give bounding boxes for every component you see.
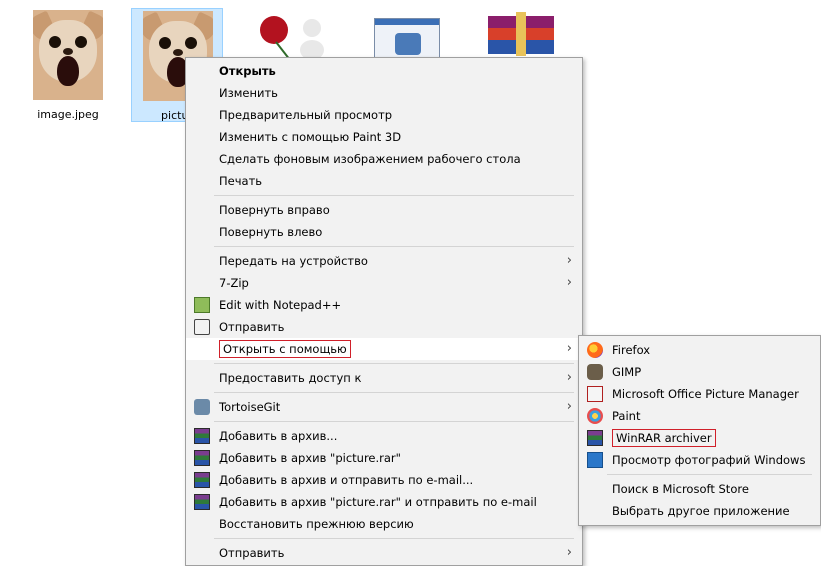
menu-separator (214, 538, 574, 539)
menu-separator (214, 246, 574, 247)
chevron-right-icon: › (566, 275, 572, 290)
menu-item-rotate-left[interactable]: Повернуть влево (186, 221, 582, 243)
chevron-right-icon: › (566, 370, 572, 385)
submenu-item-label: Paint (612, 409, 641, 423)
menu-item-open[interactable]: Открыть (186, 60, 582, 82)
notepadpp-icon (194, 297, 210, 313)
submenu-item-choose-app[interactable]: Выбрать другое приложение (579, 500, 820, 522)
image-thumbnail (33, 10, 103, 100)
menu-item-label: Повернуть влево (219, 225, 323, 239)
share-icon (194, 319, 210, 335)
file-winrar[interactable] (480, 8, 572, 56)
winrar-thumbnail (486, 12, 556, 60)
chevron-right-icon: › (566, 545, 572, 560)
menu-item-label: Добавить в архив и отправить по e-mail..… (219, 473, 474, 487)
menu-item-rotate-right[interactable]: Повернуть вправо (186, 199, 582, 221)
menu-item-label: Добавить в архив... (219, 429, 338, 443)
gimp-icon (587, 364, 603, 380)
open-with-submenu: Firefox GIMP Microsoft Office Picture Ma… (578, 335, 821, 526)
submenu-item-store-search[interactable]: Поиск в Microsoft Store (579, 478, 820, 500)
menu-item-edit[interactable]: Изменить (186, 82, 582, 104)
menu-item-label: Печать (219, 174, 263, 188)
menu-item-edit-paint3d[interactable]: Изменить с помощью Paint 3D (186, 126, 582, 148)
menu-item-preview[interactable]: Предварительный просмотр (186, 104, 582, 126)
submenu-item-label: GIMP (612, 365, 642, 379)
submenu-item-label: Поиск в Microsoft Store (612, 482, 749, 496)
submenu-item-windows-photo-viewer[interactable]: Просмотр фотографий Windows (579, 449, 820, 471)
submenu-item-label: Просмотр фотографий Windows (612, 453, 806, 467)
menu-item-label: Восстановить прежнюю версию (219, 517, 414, 531)
rose-thumbnail (254, 12, 334, 62)
menu-item-label: Отправить (219, 546, 285, 560)
menu-item-label: Edit with Notepad++ (219, 298, 342, 312)
firefox-icon (587, 342, 603, 358)
menu-item-notepadpp[interactable]: Edit with Notepad++ (186, 294, 582, 316)
chevron-right-icon: › (566, 253, 572, 268)
submenu-item-label: Firefox (612, 343, 651, 357)
context-menu: Открыть Изменить Предварительный просмот… (185, 57, 583, 566)
submenu-item-paint[interactable]: Paint (579, 405, 820, 427)
chevron-right-icon: › (566, 399, 572, 414)
menu-item-add-to-picture-rar-email[interactable]: Добавить в архив "picture.rar" и отправи… (186, 491, 582, 513)
file-document[interactable] (368, 8, 460, 60)
menu-item-share[interactable]: Отправить (186, 316, 582, 338)
file-image-jpeg[interactable]: image.jpeg (22, 8, 114, 122)
submenu-item-label: Выбрать другое приложение (612, 504, 790, 518)
winrar-icon (587, 430, 603, 446)
menu-item-label: Предварительный просмотр (219, 108, 393, 122)
menu-item-print[interactable]: Печать (186, 170, 582, 192)
photo-viewer-icon (587, 452, 603, 468)
winrar-icon (194, 428, 210, 444)
paint-icon (587, 408, 603, 424)
chevron-right-icon: › (566, 341, 572, 356)
menu-item-label: Предоставить доступ к (219, 371, 362, 385)
menu-item-label: Открыть с помощью (219, 340, 351, 358)
menu-item-add-to-archive-email[interactable]: Добавить в архив и отправить по e-mail..… (186, 469, 582, 491)
submenu-item-label: Microsoft Office Picture Manager (612, 387, 799, 401)
menu-item-label: Добавить в архив "picture.rar" (219, 451, 401, 465)
menu-item-restore-previous[interactable]: Восстановить прежнюю версию (186, 513, 582, 535)
winrar-icon (194, 472, 210, 488)
menu-item-label: Сделать фоновым изображением рабочего ст… (219, 152, 521, 166)
picture-manager-icon (587, 386, 603, 402)
submenu-item-winrar[interactable]: WinRAR archiver (579, 427, 820, 449)
menu-item-7zip[interactable]: 7-Zip › (186, 272, 582, 294)
document-thumbnail (374, 18, 440, 60)
tortoisegit-icon (194, 399, 210, 415)
submenu-item-gimp[interactable]: GIMP (579, 361, 820, 383)
menu-separator (214, 363, 574, 364)
submenu-item-firefox[interactable]: Firefox (579, 339, 820, 361)
menu-item-tortoisegit[interactable]: TortoiseGit › (186, 396, 582, 418)
menu-item-label: Добавить в архив "picture.rar" и отправи… (219, 495, 537, 509)
menu-item-label: Отправить (219, 320, 285, 334)
menu-item-set-wallpaper[interactable]: Сделать фоновым изображением рабочего ст… (186, 148, 582, 170)
menu-separator (214, 392, 574, 393)
file-rose-image[interactable] (250, 8, 342, 61)
menu-separator (607, 474, 812, 475)
winrar-icon (194, 494, 210, 510)
menu-item-send-to[interactable]: Отправить › (186, 542, 582, 564)
menu-item-label: Изменить с помощью Paint 3D (219, 130, 402, 144)
menu-item-add-to-archive[interactable]: Добавить в архив... (186, 425, 582, 447)
menu-item-label: Передать на устройство (219, 254, 368, 268)
menu-item-label: TortoiseGit (219, 400, 281, 414)
menu-separator (214, 421, 574, 422)
menu-item-give-access[interactable]: Предоставить доступ к › (186, 367, 582, 389)
menu-separator (214, 195, 574, 196)
menu-item-label: Повернуть вправо (219, 203, 330, 217)
menu-item-open-with[interactable]: Открыть с помощью › (186, 338, 582, 360)
winrar-icon (194, 450, 210, 466)
menu-item-label: Изменить (219, 86, 278, 100)
menu-item-label: Открыть (219, 64, 276, 78)
submenu-item-label: WinRAR archiver (612, 429, 716, 447)
submenu-item-picture-manager[interactable]: Microsoft Office Picture Manager (579, 383, 820, 405)
file-name: image.jpeg (37, 108, 99, 121)
menu-item-add-to-picture-rar[interactable]: Добавить в архив "picture.rar" (186, 447, 582, 469)
menu-item-label: 7-Zip (219, 276, 249, 290)
menu-item-cast-to-device[interactable]: Передать на устройство › (186, 250, 582, 272)
